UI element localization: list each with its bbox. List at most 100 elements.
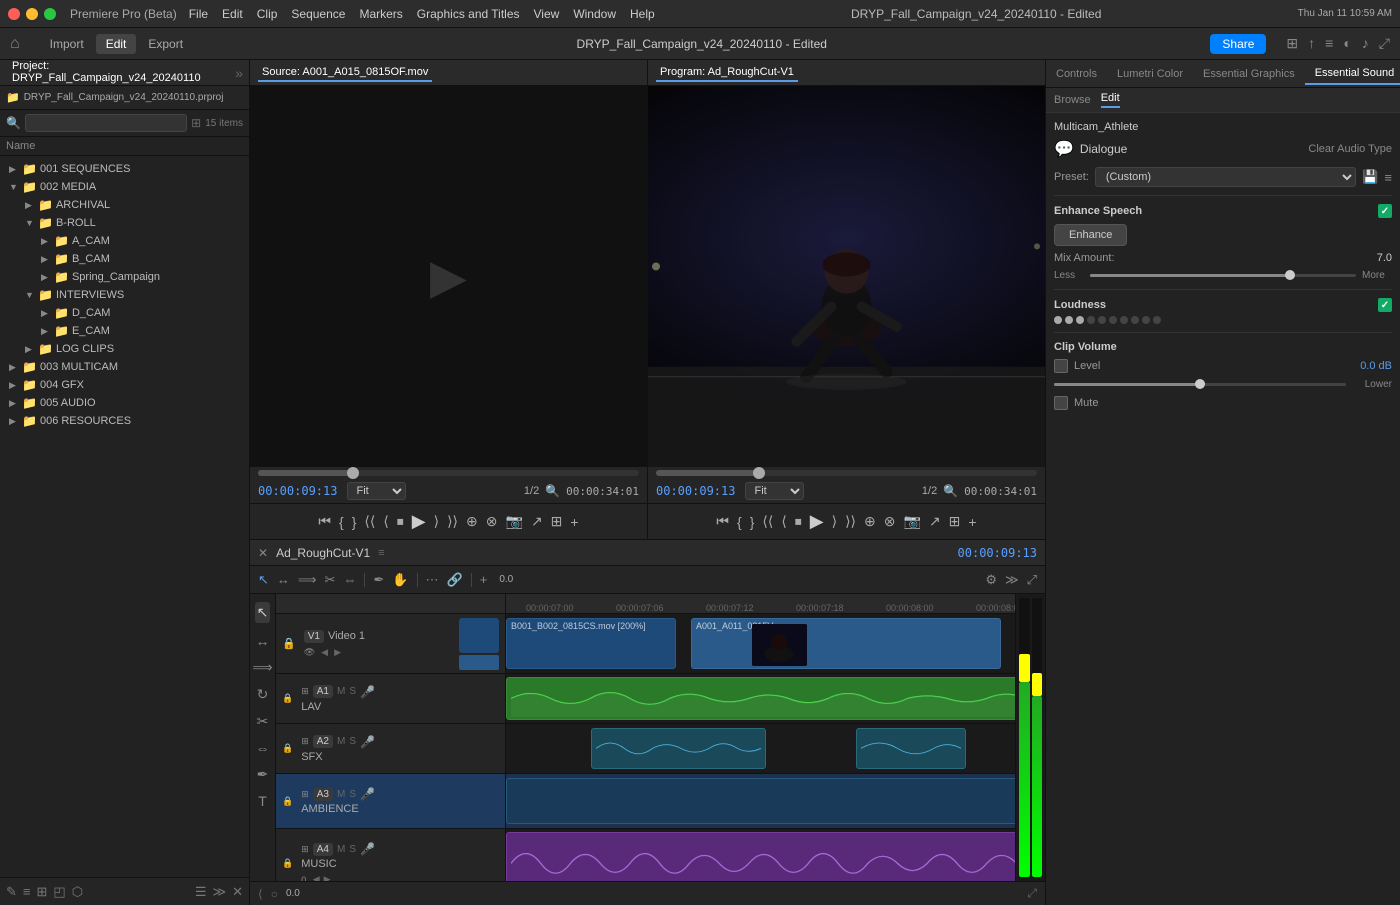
footer-in-icon[interactable]: ⟨ [258,887,263,901]
source-camera-icon[interactable]: 📷 [506,513,523,530]
minimize-button[interactable] [26,8,38,20]
source-scrubber[interactable] [250,467,647,479]
clip-a1[interactable] [506,677,1015,720]
v1-eye-icon[interactable]: 👁 [304,647,315,658]
project-tab[interactable]: Project: DRYP_Fall_Campaign_v24_20240110 [6,58,229,88]
mix-amount-slider[interactable] [1090,274,1356,277]
menu-view[interactable]: View [534,7,560,21]
tree-item-ecam[interactable]: ▶ 📁 E_CAM [0,322,249,340]
footer-expand-icon[interactable]: ⤢ [1027,886,1037,901]
menu-window[interactable]: Window [573,7,616,21]
tab-controls[interactable]: Controls [1046,64,1107,84]
a2-mic-icon[interactable]: 🎤 [360,735,375,749]
tree-item-006[interactable]: ▶ 📁 006 RESOURCES [0,412,249,430]
source-insert-icon[interactable]: ⊕ [466,513,478,530]
program-scrubber-head[interactable] [753,467,765,479]
source-step-frame-back-icon[interactable]: ⟨ [383,513,388,530]
source-stop-icon[interactable]: ⏹ [397,513,404,530]
add-track-icon[interactable]: + [480,572,488,587]
tree-item-archival[interactable]: ▶ 📁 ARCHIVAL [0,196,249,214]
program-scrubber-track[interactable] [656,470,1037,476]
slip-tool[interactable]: ⇔ [256,740,270,756]
track-select-tool[interactable]: ↔ [256,633,270,649]
clip-a3[interactable] [506,778,1015,824]
new-item-icon[interactable]: ✎ [6,884,17,900]
color-icon[interactable]: ◐ [1343,35,1351,52]
preset-save-icon[interactable]: 💾 [1362,169,1378,185]
menu-bar[interactable]: File Edit Clip Sequence Markers Graphics… [189,7,655,21]
program-scrubber[interactable] [648,467,1045,479]
audio-track-a2[interactable] [506,724,1015,774]
program-step-frame-back-icon[interactable]: ⟨ [781,513,786,530]
footer-out-icon[interactable]: ○ [271,887,278,901]
program-overwrite-icon[interactable]: ⊗ [884,513,896,530]
a1-expand-icon[interactable]: ⊞ [301,686,309,697]
tree-arrow-004[interactable]: ▶ [9,380,19,391]
program-camera-icon[interactable]: 📷 [904,513,921,530]
free-form-icon[interactable]: ◰ [53,884,65,900]
edit-button[interactable]: Edit [96,34,137,54]
clip-vc2[interactable]: A001_A011_0815V.mov [691,618,1001,669]
ripple-tool[interactable]: ⟹ [252,659,272,676]
settings-icon[interactable]: ⚙ [985,572,997,588]
a2-m[interactable]: M [337,736,345,747]
tree-item-001[interactable]: ▶ 📁 001 SEQUENCES [0,160,249,178]
source-mark-out-icon[interactable]: { [339,514,344,530]
level-checkbox[interactable] [1054,359,1068,373]
enhance-speech-checkbox[interactable]: ✓ [1378,204,1392,218]
tree-arrow-broll[interactable]: ▼ [25,218,35,228]
panel-expand-icon[interactable]: » [235,65,243,81]
share-button[interactable]: Share [1210,34,1266,54]
tab-essential-sound[interactable]: Essential Sound [1305,63,1400,85]
full-screen-icon[interactable]: ⤢ [1027,572,1037,588]
program-zoom-icon[interactable]: 🔍 [943,484,958,498]
source-zoom-icon[interactable]: 🔍 [545,484,560,498]
mute-checkbox[interactable] [1054,396,1068,410]
source-add-icon[interactable]: + [570,514,578,530]
tree-arrow-dcam[interactable]: ▶ [41,308,51,319]
clip-a4[interactable] [506,832,1015,881]
tree-arrow-acam[interactable]: ▶ [41,236,51,247]
a4-s[interactable]: S [349,844,356,855]
source-step-back-icon[interactable]: } [352,514,357,530]
maximize-button[interactable] [44,8,56,20]
export-icon[interactable]: ↑ [1308,35,1315,52]
preset-select[interactable]: (Custom) [1095,167,1356,187]
audio-track-a1[interactable] [506,674,1015,724]
program-settings-icon[interactable]: ⊞ [949,513,961,530]
program-fast-forward-icon[interactable]: ⟩⟩ [845,513,856,530]
clip-a2-1[interactable] [591,728,766,769]
loudness-checkbox[interactable]: ✓ [1378,298,1392,312]
tree-arrow-bcam[interactable]: ▶ [41,254,51,265]
source-tab[interactable]: Source: A001_A015_0815OF.mov [258,64,432,82]
clip-a2-2[interactable] [856,728,966,769]
lock-a1-icon[interactable]: 🔒 [282,693,293,704]
tree-item-dcam[interactable]: ▶ 📁 D_CAM [0,304,249,322]
razor-tool[interactable]: ✂ [257,713,269,730]
v1-prev-icon[interactable]: ◀ [321,647,328,658]
audio-track-a3[interactable] [506,774,1015,829]
timeline-menu-btn[interactable]: ≫ [1005,572,1019,588]
tab-edit[interactable]: Edit [1101,92,1120,108]
close-button[interactable] [8,8,20,20]
slip-tool-icon[interactable]: ⇔ [343,572,356,587]
tree-arrow-001[interactable]: ▶ [9,164,19,175]
a4-next-btn[interactable]: ▶ [324,874,331,881]
metadata-icon[interactable]: ☰ [195,884,207,900]
menu-sequence[interactable]: Sequence [291,7,345,21]
program-step-back-icon[interactable]: } [750,514,755,530]
a4-mic-icon[interactable]: 🎤 [360,842,375,856]
source-settings-icon[interactable]: ⊞ [551,513,563,530]
audio-icon[interactable]: ♪ [1362,35,1369,52]
icon-view-icon[interactable]: ⊞ [37,884,48,900]
expand-icon[interactable]: ⤢ [1379,35,1390,52]
search-input[interactable] [25,114,187,132]
tree-item-002[interactable]: ▼ 📁 002 MEDIA [0,178,249,196]
program-play-icon[interactable]: ▶ [810,511,824,532]
tab-essential-graphics[interactable]: Essential Graphics [1193,64,1305,84]
tree-item-broll[interactable]: ▼ 📁 B-ROLL [0,214,249,232]
source-fit-select[interactable]: Fit 25% 50% 100% [347,482,406,500]
grid-view-icon[interactable]: ⊞ [191,116,201,130]
tree-arrow-spring[interactable]: ▶ [41,272,51,283]
tree-arrow-006[interactable]: ▶ [9,416,19,427]
